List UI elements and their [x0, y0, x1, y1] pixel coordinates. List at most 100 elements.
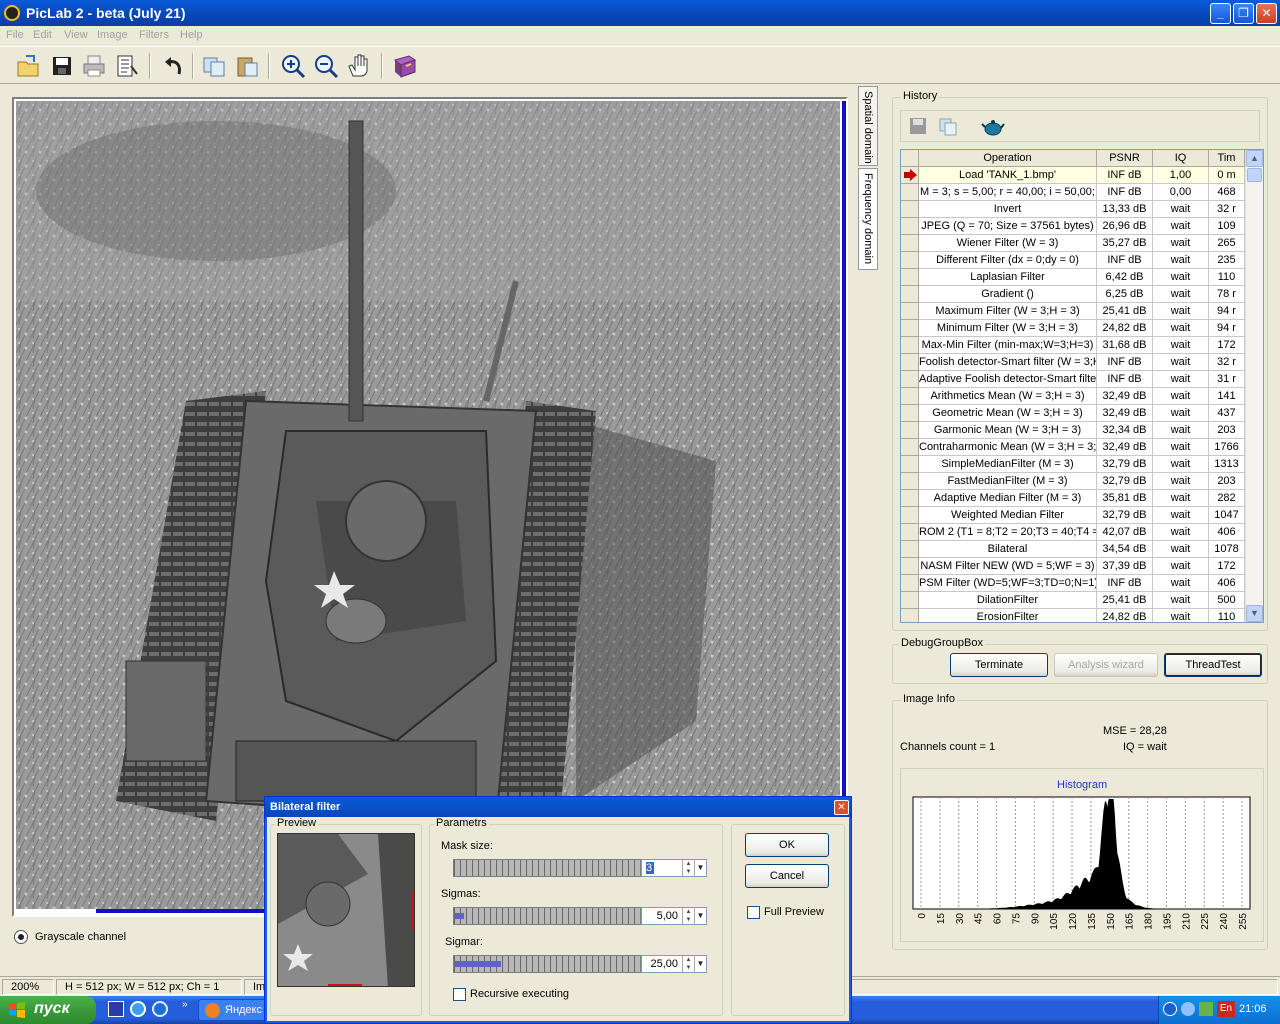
- copy-icon[interactable]: [200, 52, 228, 80]
- dialog-close-icon[interactable]: ✕: [834, 800, 849, 815]
- sigmas-value[interactable]: 5,00: [646, 910, 678, 922]
- table-row[interactable]: Weighted Median Filter 32,79 dB wait 1047: [901, 507, 1245, 524]
- hand-icon[interactable]: [345, 52, 373, 80]
- row-indicator[interactable]: [901, 252, 919, 269]
- language-indicator[interactable]: En: [1217, 1001, 1235, 1017]
- ie-icon[interactable]: [130, 1001, 146, 1017]
- menu-help[interactable]: Help: [180, 29, 203, 41]
- table-row[interactable]: Contraharmonic Mean (W = 3;H = 3;Q = 32,4…: [901, 439, 1245, 456]
- quicklaunch-app-icon[interactable]: [108, 1001, 124, 1017]
- table-row[interactable]: Arithmetics Mean (W = 3;H = 3) 32,49 dB wa…: [901, 388, 1245, 405]
- table-row[interactable]: Invert 13,33 dB wait 32 r: [901, 201, 1245, 218]
- tray-app-icon[interactable]: [1199, 1002, 1213, 1016]
- row-indicator[interactable]: [901, 184, 919, 201]
- menu-filters[interactable]: Filters: [139, 29, 169, 41]
- dropdown-arrow-icon[interactable]: ▼: [694, 956, 706, 972]
- table-row[interactable]: PSM Filter (WD=5;WF=3;TD=0;N=1) INF dB wai…: [901, 575, 1245, 592]
- table-row[interactable]: Gradient () 6,25 dB wait 78 r: [901, 286, 1245, 303]
- row-indicator[interactable]: [901, 439, 919, 456]
- row-indicator[interactable]: [901, 422, 919, 439]
- history-save-icon[interactable]: [907, 115, 929, 137]
- maximize-button[interactable]: ❐: [1233, 3, 1254, 24]
- ok-button[interactable]: OK: [745, 833, 829, 857]
- table-row[interactable]: Bilateral 34,54 dB wait 1078: [901, 541, 1245, 558]
- image-viewport[interactable]: [12, 97, 848, 917]
- row-indicator[interactable]: [901, 507, 919, 524]
- sigmar-stepper[interactable]: 25,00 ▲ ▼ ▼: [641, 955, 707, 973]
- undo-icon[interactable]: [159, 52, 187, 80]
- column-time[interactable]: Tim: [1209, 150, 1245, 167]
- menu-edit[interactable]: Edit: [33, 29, 52, 41]
- table-row[interactable]: Max-Min Filter (min-max;W=3;H=3) 31,68 dB…: [901, 337, 1245, 354]
- radio-icon[interactable]: [14, 930, 28, 944]
- table-row[interactable]: DilationFilter 25,41 dB wait 500: [901, 592, 1245, 609]
- table-row[interactable]: Maximum Filter (W = 3;H = 3) 25,41 dB wait…: [901, 303, 1245, 320]
- print-icon[interactable]: [80, 52, 108, 80]
- row-indicator[interactable]: [901, 524, 919, 541]
- close-button[interactable]: ✕: [1256, 3, 1277, 24]
- thread-test-button[interactable]: ThreadTest: [1164, 653, 1262, 677]
- start-button[interactable]: пуск: [0, 996, 96, 1024]
- recursive-checkbox[interactable]: [453, 988, 466, 1001]
- menu-image[interactable]: Image: [97, 29, 128, 41]
- row-indicator[interactable]: [901, 558, 919, 575]
- spin-updown-icon[interactable]: ▲ ▼: [682, 908, 694, 924]
- row-indicator[interactable]: [901, 303, 919, 320]
- column-psnr[interactable]: PSNR: [1097, 150, 1153, 167]
- table-row[interactable]: Load 'TANK_1.bmp' INF dB 1,00 0 m: [901, 167, 1245, 184]
- help-book-icon[interactable]: [391, 52, 419, 80]
- spin-updown-icon[interactable]: ▲ ▼: [682, 860, 694, 876]
- row-indicator[interactable]: [901, 269, 919, 286]
- minimize-button[interactable]: _: [1210, 3, 1231, 24]
- row-indicator[interactable]: [901, 286, 919, 303]
- dropdown-arrow-icon[interactable]: ▼: [694, 860, 706, 876]
- table-row[interactable]: Adaptive Foolish detector-Smart filter (…: [901, 371, 1245, 388]
- column-iq[interactable]: IQ: [1153, 150, 1209, 167]
- scroll-thumb[interactable]: [1247, 168, 1262, 182]
- menu-view[interactable]: View: [64, 29, 88, 41]
- table-row[interactable]: JPEG (Q = 70; Size = 37561 bytes) 26,96 d…: [901, 218, 1245, 235]
- table-row[interactable]: FastMedianFilter (M = 3) 32,79 dB wait 203: [901, 473, 1245, 490]
- table-row[interactable]: ROM 2 (T1 = 8;T2 = 20;T3 = 40;T4 = 42,07 …: [901, 524, 1245, 541]
- row-indicator[interactable]: [901, 167, 919, 184]
- spin-updown-icon[interactable]: ▲ ▼: [682, 956, 694, 972]
- save-icon[interactable]: [48, 52, 76, 80]
- table-row[interactable]: Geometric Mean (W = 3;H = 3) 32,49 dB wait…: [901, 405, 1245, 422]
- table-row[interactable]: NASM Filter NEW (WD = 5;WF = 3) 37,39 dB w…: [901, 558, 1245, 575]
- row-indicator[interactable]: [901, 541, 919, 558]
- tab-frequency-domain[interactable]: Frequency domain: [858, 168, 878, 270]
- zoom-out-icon[interactable]: [312, 52, 340, 80]
- table-row[interactable]: Garmonic Mean (W = 3;H = 3) 32,34 dB wait 2…: [901, 422, 1245, 439]
- mask-size-value[interactable]: 3: [646, 862, 654, 874]
- full-preview-checkbox[interactable]: [747, 906, 760, 919]
- table-row[interactable]: Wiener Filter (W = 3) 35,27 dB wait 265: [901, 235, 1245, 252]
- sigmar-value[interactable]: 25,00: [646, 958, 678, 970]
- row-indicator[interactable]: [901, 337, 919, 354]
- tray-collapse-icon[interactable]: [1163, 1002, 1177, 1016]
- tray-network-icon[interactable]: [1181, 1002, 1195, 1016]
- row-indicator[interactable]: [901, 456, 919, 473]
- row-indicator[interactable]: [901, 592, 919, 609]
- table-row[interactable]: Minimum Filter (W = 3;H = 3) 24,82 dB wait…: [901, 320, 1245, 337]
- table-row[interactable]: SimpleMedianFilter (M = 3) 32,79 dB wait 13…: [901, 456, 1245, 473]
- history-copy-icon[interactable]: [937, 115, 959, 137]
- row-indicator[interactable]: [901, 320, 919, 337]
- paste-icon[interactable]: [233, 52, 261, 80]
- tab-spatial-domain[interactable]: Spatial domain: [858, 86, 878, 166]
- table-row[interactable]: Foolish detector-Smart filter (W = 3;H =…: [901, 354, 1245, 371]
- scroll-up-button[interactable]: ▲: [1246, 150, 1263, 167]
- history-table[interactable]: Operation PSNR IQ Tim Load 'TANK_1.bmp' I…: [900, 149, 1264, 623]
- quicklaunch-expand-icon[interactable]: »: [182, 999, 188, 1010]
- table-row[interactable]: Laplasian Filter 6,42 dB wait 110: [901, 269, 1245, 286]
- row-indicator[interactable]: [901, 473, 919, 490]
- row-indicator[interactable]: [901, 371, 919, 388]
- history-scrollbar[interactable]: ▲ ▼: [1245, 150, 1263, 622]
- row-indicator[interactable]: [901, 354, 919, 371]
- taskbar-item-yandex[interactable]: Яндекс: [198, 999, 266, 1021]
- mask-size-stepper[interactable]: 3 ▲ ▼ ▼: [641, 859, 707, 877]
- open-icon[interactable]: [14, 52, 42, 80]
- table-row[interactable]: Adaptive Median Filter (M = 3) 35,81 dB wa…: [901, 490, 1245, 507]
- row-indicator[interactable]: [901, 609, 919, 622]
- row-indicator[interactable]: [901, 235, 919, 252]
- column-operation[interactable]: Operation: [919, 150, 1097, 167]
